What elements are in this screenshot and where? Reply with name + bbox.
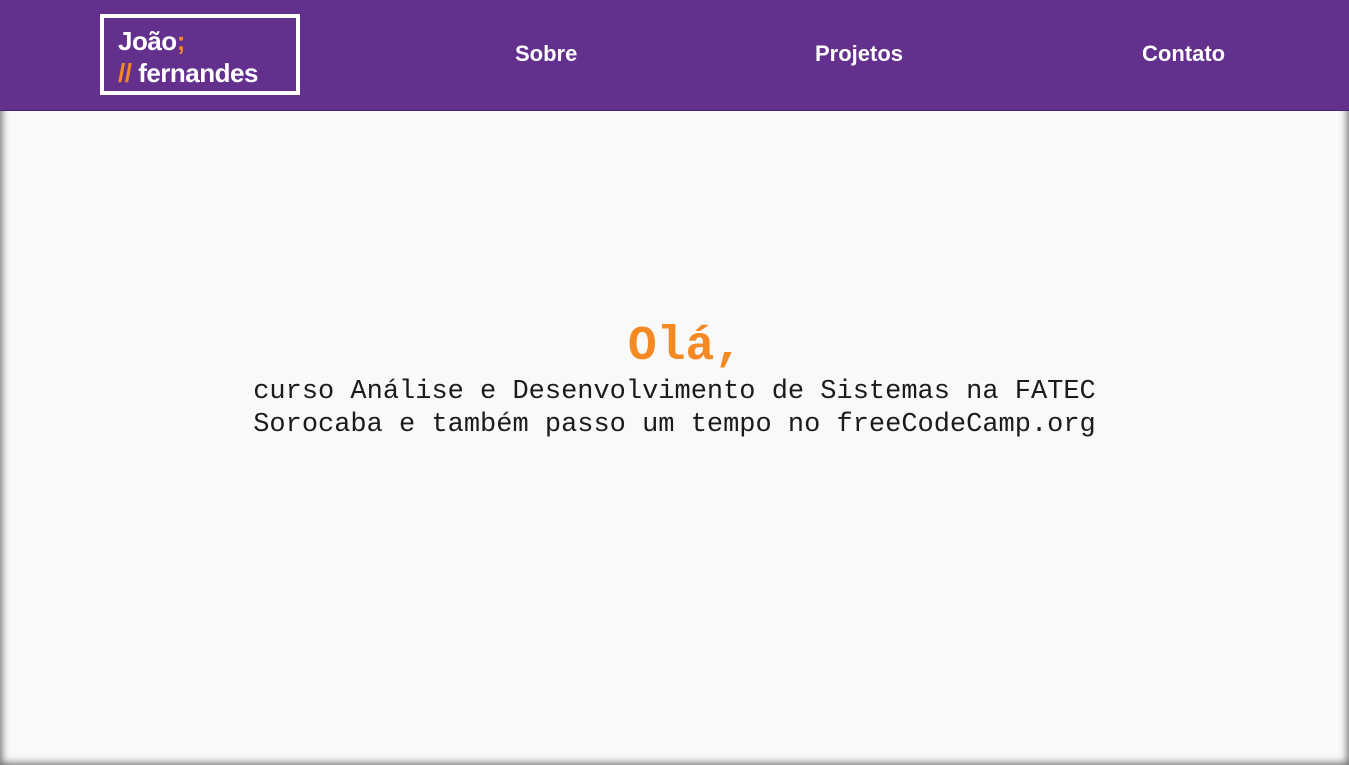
hero-description-line-1: curso Análise e Desenvolvimento de Siste… (253, 377, 1096, 407)
logo-first-name: João (118, 26, 177, 56)
logo-semicolon: ; (176, 26, 186, 56)
logo-line-1: João; (118, 27, 185, 55)
hero-description: curso Análise e Desenvolvimento de Siste… (185, 376, 1165, 442)
logo-line-2: // fernandes (118, 59, 258, 87)
page: João; // fernandes Sobre Projetos Contat… (0, 0, 1349, 765)
navbar: João; // fernandes Sobre Projetos Contat… (0, 0, 1349, 111)
logo-last-name: fernandes (138, 58, 258, 88)
hero-section: Olá, curso Análise e Desenvolvimento de … (0, 318, 1349, 442)
hero-description-line-2: Sorocaba e também passo um tempo no free… (253, 410, 1096, 440)
site-logo[interactable]: João; // fernandes (100, 14, 300, 95)
nav-link-projetos[interactable]: Projetos (815, 41, 903, 67)
nav-link-contato[interactable]: Contato (1142, 41, 1225, 67)
logo-comment-slashes: // (118, 58, 132, 88)
nav-link-sobre[interactable]: Sobre (515, 41, 577, 67)
hero-greeting: Olá, (627, 320, 744, 374)
